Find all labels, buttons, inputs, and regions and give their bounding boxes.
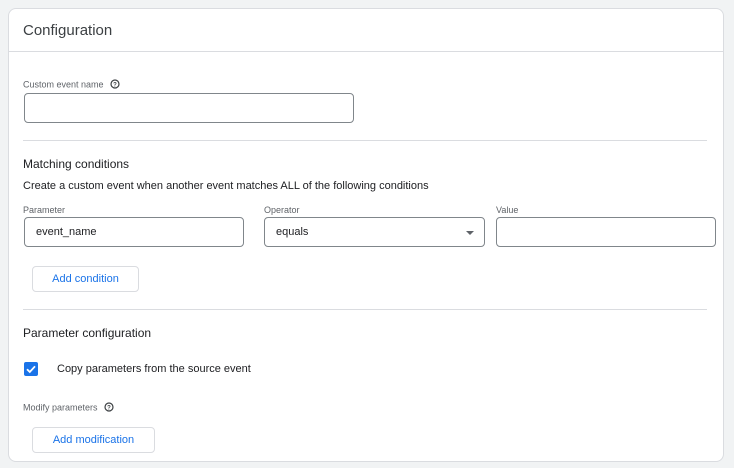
modify-parameters-label-row: Modify parameters ? [23,402,114,414]
add-modification-button[interactable]: Add modification [32,427,155,453]
matching-conditions-description: Create a custom event when another event… [23,180,429,192]
divider [23,309,707,310]
divider [23,140,707,141]
help-icon[interactable]: ? [110,79,120,91]
custom-event-name-input[interactable] [24,93,354,123]
copy-parameters-checkbox[interactable] [24,362,38,376]
parameter-configuration-title: Parameter configuration [23,326,152,340]
custom-event-name-label: Custom event name [23,79,104,90]
chevron-down-icon [466,231,474,235]
modify-parameters-label: Modify parameters [23,402,98,413]
parameter-label: Parameter [23,205,66,215]
card-title: Configuration [9,9,723,52]
operator-label: Operator [264,205,300,215]
custom-event-name-label-row: Custom event name ? [23,79,120,91]
svg-text:?: ? [113,82,117,88]
svg-text:?: ? [107,405,111,411]
check-icon [26,365,36,374]
operator-select[interactable]: equals [264,217,485,247]
value-input[interactable] [496,217,716,247]
copy-parameters-label: Copy parameters from the source event [57,363,251,375]
matching-conditions-title: Matching conditions [23,157,130,171]
parameter-input[interactable]: event_name [24,217,244,247]
help-icon[interactable]: ? [104,402,114,414]
configuration-card: Configuration Custom event name ? Matchi… [8,8,724,462]
add-condition-button[interactable]: Add condition [32,266,139,292]
value-label: Value [496,205,519,215]
operator-selected-value: equals [276,226,309,238]
